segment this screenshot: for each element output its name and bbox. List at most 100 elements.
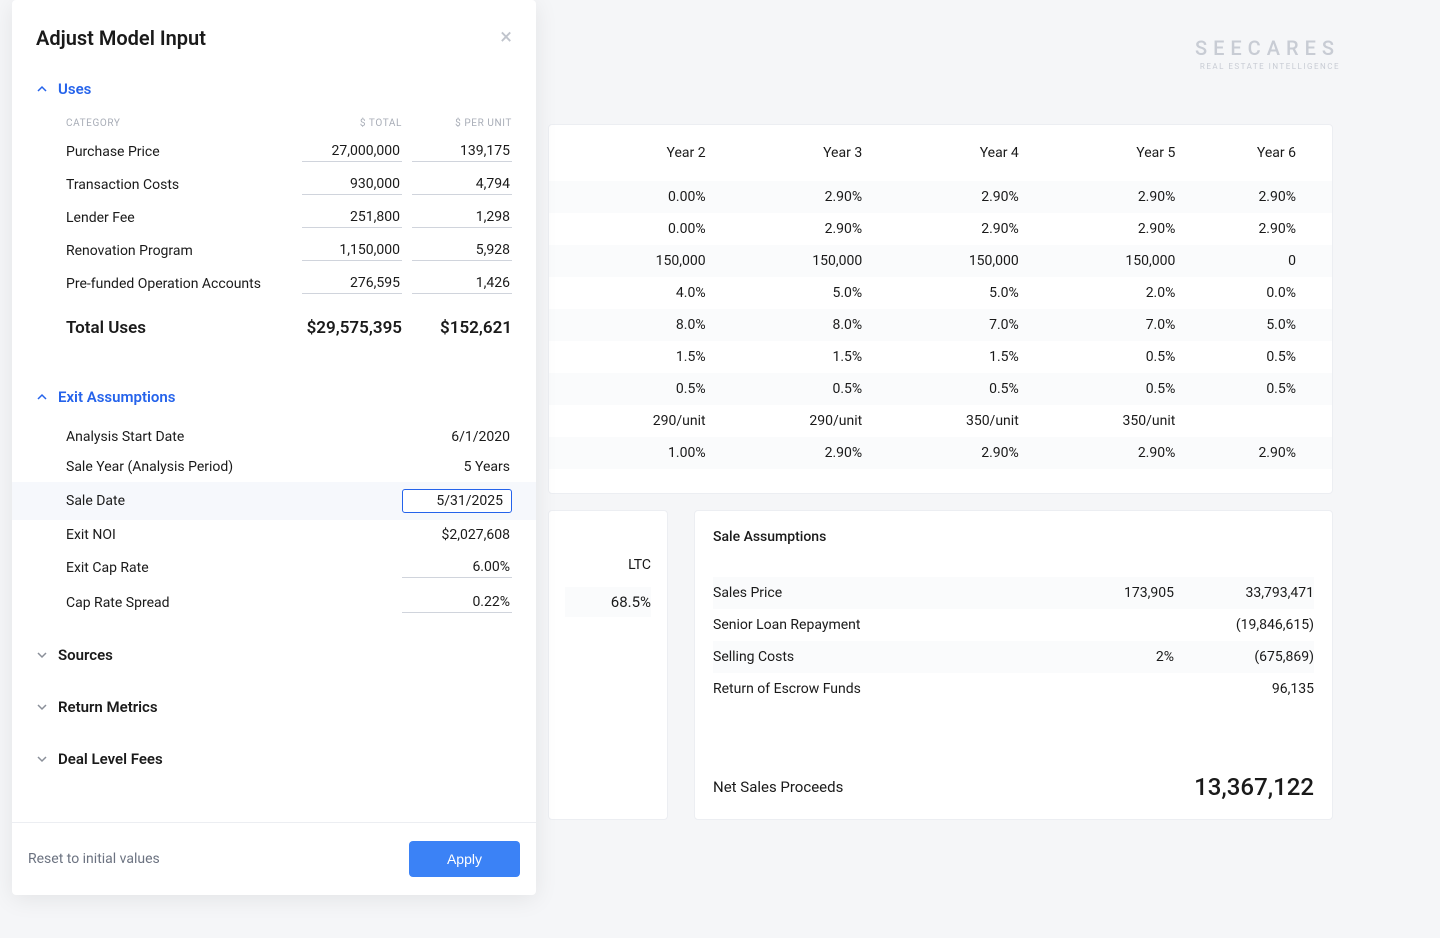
uses-row-perunit[interactable]: 139,175 [412, 141, 512, 162]
sale-row-label: Selling Costs [713, 649, 1074, 665]
section-header-uses[interactable]: Uses [36, 72, 512, 106]
apply-button[interactable]: Apply [409, 841, 520, 877]
uses-row: Purchase Price27,000,000139,175 [36, 135, 512, 168]
chevron-down-icon [36, 701, 48, 713]
annual-row: 8.0%8.0%7.0%7.0%5.0% [549, 309, 1332, 341]
uses-row-perunit[interactable]: 5,928 [412, 240, 512, 261]
uses-total-value: $29,575,395 [282, 318, 402, 338]
annual-cell: 0.5% [1019, 341, 1176, 373]
year-header: Year 3 [706, 125, 863, 181]
sale-row-mid [1074, 617, 1174, 633]
exit-row-label: Analysis Start Date [66, 429, 184, 445]
annual-row: 1.00%2.90%2.90%2.90%2.90% [549, 437, 1332, 469]
annual-cell [1175, 405, 1332, 437]
uses-row-total[interactable]: 1,150,000 [302, 240, 402, 261]
brand-tagline: REAL ESTATE INTELLIGENCE [1195, 62, 1340, 71]
section-header-sources[interactable]: Sources [36, 638, 512, 672]
annual-cell: 2.90% [862, 213, 1019, 245]
annual-cell: 1.00% [549, 437, 706, 469]
reset-link[interactable]: Reset to initial values [28, 851, 160, 867]
annual-cell: 2.90% [706, 181, 863, 213]
annual-row: 150,000150,000150,000150,0000 [549, 245, 1332, 277]
uses-row-total[interactable]: 251,800 [302, 207, 402, 228]
annual-cell: 2.90% [1019, 181, 1176, 213]
uses-row-perunit[interactable]: 1,426 [412, 273, 512, 294]
uses-row-label: Pre-funded Operation Accounts [66, 276, 292, 292]
annual-cell: 2.90% [706, 213, 863, 245]
close-icon[interactable]: × [500, 27, 512, 49]
chevron-down-icon [36, 649, 48, 661]
year-header: Year 6 [1175, 125, 1332, 181]
exit-row: Sale Year (Analysis Period)5 Years [36, 452, 512, 482]
brand-name: SEECARES [1195, 36, 1340, 60]
annual-cell: 2.90% [1175, 437, 1332, 469]
annual-cell: 350/unit [862, 405, 1019, 437]
section-title-deal-fees: Deal Level Fees [58, 750, 163, 768]
year-header: Year 4 [862, 125, 1019, 181]
section-header-return-metrics[interactable]: Return Metrics [36, 690, 512, 724]
chevron-up-icon [36, 391, 48, 403]
annual-projections-card: Year 2 Year 3 Year 4 Year 5 Year 6 0.00%… [548, 124, 1333, 494]
annual-cell: 7.0% [862, 309, 1019, 341]
exit-row-value[interactable]: 0.22% [402, 592, 512, 613]
annual-cell: 0.0% [1175, 277, 1332, 309]
uses-row-label: Renovation Program [66, 243, 292, 259]
adjust-model-input-panel: Adjust Model Input × Uses CATEGORY $ TOT… [12, 0, 536, 895]
year-header: Year 5 [1019, 125, 1176, 181]
annual-cell: 4.0% [549, 277, 706, 309]
exit-row-value[interactable]: 5/31/2025 [402, 489, 512, 513]
annual-cell: 0.5% [1175, 341, 1332, 373]
sale-row: Sales Price173,90533,793,471 [713, 577, 1314, 609]
section-header-exit[interactable]: Exit Assumptions [36, 380, 512, 414]
sale-row: Selling Costs2%(675,869) [713, 641, 1314, 673]
uses-col-perunit: $ PER UNIT [402, 118, 512, 129]
exit-row: Exit NOI $2,027,608 [36, 520, 512, 550]
annual-row: 0.00%2.90%2.90%2.90%2.90% [549, 181, 1332, 213]
annual-cell: 0.5% [862, 373, 1019, 405]
annual-cell: 2.90% [1175, 213, 1332, 245]
annual-cell: 8.0% [706, 309, 863, 341]
sale-row-mid: 2% [1074, 649, 1174, 665]
ltc-value: 68.5% [565, 587, 651, 617]
annual-cell: 150,000 [1019, 245, 1176, 277]
annual-cell: 5.0% [706, 277, 863, 309]
sale-row-mid [1074, 681, 1174, 697]
uses-row-perunit[interactable]: 1,298 [412, 207, 512, 228]
exit-row: Sale Date 5/31/2025 [12, 482, 536, 520]
section-header-deal-fees[interactable]: Deal Level Fees [36, 742, 512, 776]
uses-total-label: Total Uses [66, 318, 282, 338]
panel-title: Adjust Model Input [36, 26, 206, 50]
annual-cell: 2.0% [1019, 277, 1176, 309]
ltc-header: LTC [565, 527, 651, 587]
exit-row-label: Exit NOI [66, 527, 116, 543]
section-title-exit: Exit Assumptions [58, 388, 176, 406]
annual-cell: 150,000 [549, 245, 706, 277]
uses-col-category: CATEGORY [66, 118, 292, 129]
exit-row: Cap Rate Spread0.22% [36, 585, 512, 620]
annual-row: 0.5%0.5%0.5%0.5%0.5% [549, 373, 1332, 405]
exit-row-label: Sale Year (Analysis Period) [66, 459, 233, 475]
year-header: Year 2 [549, 125, 706, 181]
sale-row-value: 33,793,471 [1174, 585, 1314, 601]
sale-card-title: Sale Assumptions [713, 529, 1314, 545]
exit-row-value[interactable]: 6.00% [402, 557, 512, 578]
section-title-uses: Uses [58, 80, 91, 98]
brand-logo: SEECARES REAL ESTATE INTELLIGENCE [1195, 36, 1340, 71]
sale-assumptions-card: Sale Assumptions Sales Price173,90533,79… [694, 510, 1333, 820]
section-title-sources: Sources [58, 646, 113, 664]
exit-row-label: Sale Date [66, 493, 125, 509]
annual-cell: 150,000 [706, 245, 863, 277]
annual-row: 1.5%1.5%1.5%0.5%0.5% [549, 341, 1332, 373]
annual-cell: 2.90% [862, 181, 1019, 213]
ltc-card: LTC 68.5% [548, 510, 668, 820]
exit-row-value: $2,027,608 [442, 527, 512, 543]
uses-row-total[interactable]: 276,595 [302, 273, 402, 294]
uses-row: Renovation Program 1,150,000 5,928 [36, 234, 512, 267]
sale-row-label: Sales Price [713, 585, 1074, 601]
uses-row-total[interactable]: 930,000 [302, 174, 402, 195]
annual-cell: 7.0% [1019, 309, 1176, 341]
exit-row: Analysis Start Date6/1/2020 [36, 422, 512, 452]
annual-cell: 2.90% [1175, 181, 1332, 213]
uses-row-perunit[interactable]: 4,794 [412, 174, 512, 195]
uses-row-total[interactable]: 27,000,000 [302, 141, 402, 162]
